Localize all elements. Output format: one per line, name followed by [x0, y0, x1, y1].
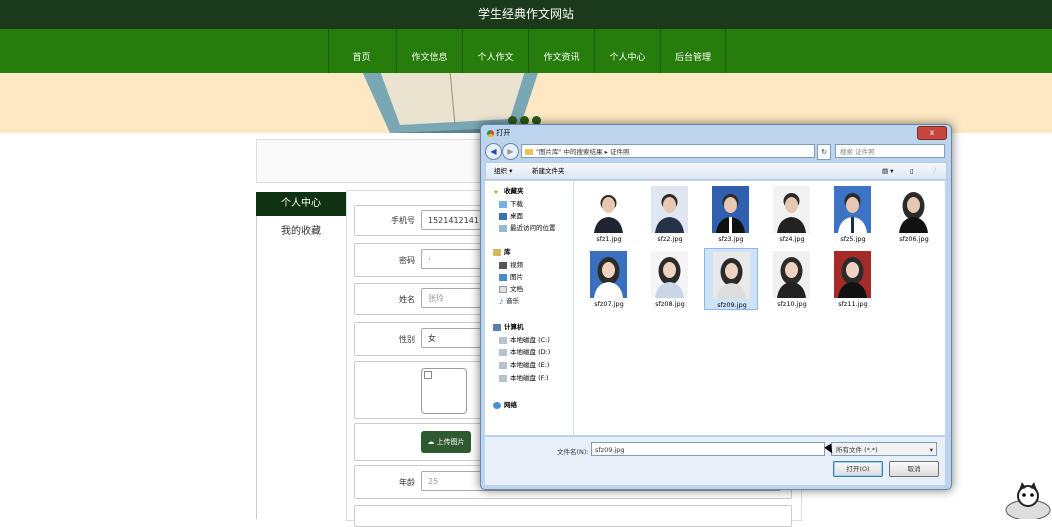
portrait-thumbnail [713, 252, 750, 299]
dialog-search-input[interactable]: 搜索 证件照 [835, 144, 945, 158]
nav-disk-f[interactable]: 本地磁盘 (F:) [499, 372, 549, 382]
portrait-thumbnail [651, 186, 688, 233]
site-title: 学生经典作文网站 [477, 7, 574, 21]
nav-library[interactable]: 库 [493, 246, 511, 256]
preview-pane-icon[interactable]: ▯ [910, 163, 914, 179]
portrait-thumbnail [834, 186, 871, 233]
nav-essay-info[interactable]: 作文信息 [396, 29, 462, 73]
open-button[interactable]: 打开(O) [833, 461, 883, 477]
cancel-button[interactable]: 取消 [889, 461, 939, 477]
nav-home[interactable]: 首页 [328, 29, 394, 73]
sidebar-item-favorites[interactable]: 我的收藏 [256, 222, 346, 237]
file-open-dialog: 打开 x ◀ ▶ "图片库" 中的搜索结果 ▸ 证件照 ↻ 搜索 证件照 组织 … [480, 124, 952, 490]
organize-button[interactable]: 组织 ▾ [494, 163, 512, 179]
sidebar-divider [256, 216, 257, 519]
broken-image-icon [424, 371, 432, 379]
main-nav: 首页 作文信息 个人作文 作文资讯 个人中心 后台管理 [0, 29, 1052, 73]
nav-pictures[interactable]: 图片 [499, 271, 523, 281]
filename-input[interactable]: sfz09.jpg [591, 442, 825, 456]
address-row: ◀ ▶ "图片库" 中的搜索结果 ▸ 证件照 ↻ 搜索 证件照 [485, 142, 945, 160]
file-sfz09[interactable]: sfz09.jpg [704, 248, 758, 310]
nav-desktop[interactable]: 桌面 [499, 210, 523, 220]
mascot-icon [1005, 482, 1051, 519]
gender-label: 性别 [399, 335, 415, 344]
portrait-thumbnail [651, 251, 688, 298]
site-title-bar: 学生经典作文网站 [0, 0, 1052, 29]
nav-downloads[interactable]: 下载 [499, 198, 523, 208]
portrait-thumbnail [712, 186, 749, 233]
portrait-thumbnail [773, 251, 810, 298]
portrait-thumbnail [895, 186, 932, 233]
name-label: 姓名 [399, 295, 415, 304]
dialog-toolbar: 组织 ▾ 新建文件夹 ▤ ▾ ▯ ❔ [485, 162, 947, 180]
chrome-icon [487, 129, 494, 137]
file-sfz10[interactable]: sfz10.jpg [765, 248, 819, 310]
nav-admin[interactable]: 后台管理 [660, 29, 726, 73]
help-icon[interactable]: ❔ [930, 163, 938, 179]
file-sfz2[interactable]: sfz2.jpg [643, 183, 697, 245]
form-row-next [354, 505, 792, 527]
nav-favorites[interactable]: ★ 收藏夹 [493, 185, 524, 196]
nav-documents[interactable]: 文档 [499, 283, 523, 293]
avatar-preview [421, 368, 467, 414]
phone-label: 手机号 [391, 216, 415, 225]
nav-user-center[interactable]: 个人中心 [594, 29, 660, 73]
address-bar[interactable]: "图片库" 中的搜索结果 ▸ 证件照 [521, 144, 815, 158]
password-label: 密码 [399, 256, 415, 265]
file-sfz5[interactable]: sfz5.jpg [826, 183, 880, 245]
cloud-upload-icon: ☁ [427, 438, 435, 446]
file-sfz06[interactable]: sfz06.jpg [887, 183, 941, 245]
portrait-thumbnail [590, 186, 627, 233]
nav-computer[interactable]: 计算机 [493, 321, 524, 331]
portrait-thumbnail [773, 186, 810, 233]
forward-button[interactable]: ▶ [502, 143, 519, 160]
dialog-title: 打开 [487, 128, 510, 138]
nav-network[interactable]: 网络 [493, 399, 517, 409]
refresh-icon[interactable]: ↻ [817, 144, 831, 160]
navigation-pane: ★ 收藏夹 下载 桌面 最近访问的位置 库 视频 图片 文档 ♪ 音乐 计算机 本地… [485, 181, 574, 435]
nav-recent[interactable]: 最近访问的位置 [499, 222, 556, 232]
nav-music[interactable]: ♪ 音乐 [499, 295, 519, 306]
file-sfz1[interactable]: sfz1.jpg [582, 183, 636, 245]
upload-label: 上传图片 [436, 438, 465, 446]
dialog-close-button[interactable]: x [917, 126, 947, 140]
filetype-select[interactable]: 所有文件 (*.*) ▾ [831, 442, 937, 456]
nav-essay-news[interactable]: 作文资讯 [528, 29, 594, 73]
file-sfz11[interactable]: sfz11.jpg [826, 248, 880, 310]
nav-personal-essay[interactable]: 个人作文 [462, 29, 528, 73]
back-button[interactable]: ◀ [485, 143, 502, 160]
sidebar-header: 个人中心 [256, 192, 346, 216]
portrait-thumbnail [834, 251, 871, 298]
view-options-icon[interactable]: ▤ ▾ [882, 163, 893, 179]
chevron-down-icon: ▾ [929, 446, 933, 454]
file-sfz3[interactable]: sfz3.jpg [704, 183, 758, 245]
nav-disk-e[interactable]: 本地磁盘 (E:) [499, 359, 549, 369]
filename-label: 文件名(N): [557, 448, 589, 456]
file-sfz08[interactable]: sfz08.jpg [643, 248, 697, 310]
nav-videos[interactable]: 视频 [499, 259, 523, 269]
file-list: sfz1.jpg sfz2.jpg sfz3.jpg sfz4.jpg sfz5… [574, 181, 945, 435]
file-sfz4[interactable]: sfz4.jpg [765, 183, 819, 245]
age-label: 年龄 [399, 478, 415, 487]
portrait-thumbnail [590, 251, 627, 298]
dialog-bottom-bar: 文件名(N): sfz09.jpg 所有文件 (*.*) ▾ 打开(O) 取消 [485, 437, 945, 485]
nav-disk-c[interactable]: 本地磁盘 (C:) [499, 334, 550, 344]
upload-image-button[interactable]: ☁ 上传图片 [421, 431, 471, 453]
nav-disk-d[interactable]: 本地磁盘 (D:) [499, 346, 550, 356]
new-folder-button[interactable]: 新建文件夹 [532, 163, 565, 179]
file-sfz07[interactable]: sfz07.jpg [582, 248, 636, 310]
folder-icon [525, 149, 533, 155]
